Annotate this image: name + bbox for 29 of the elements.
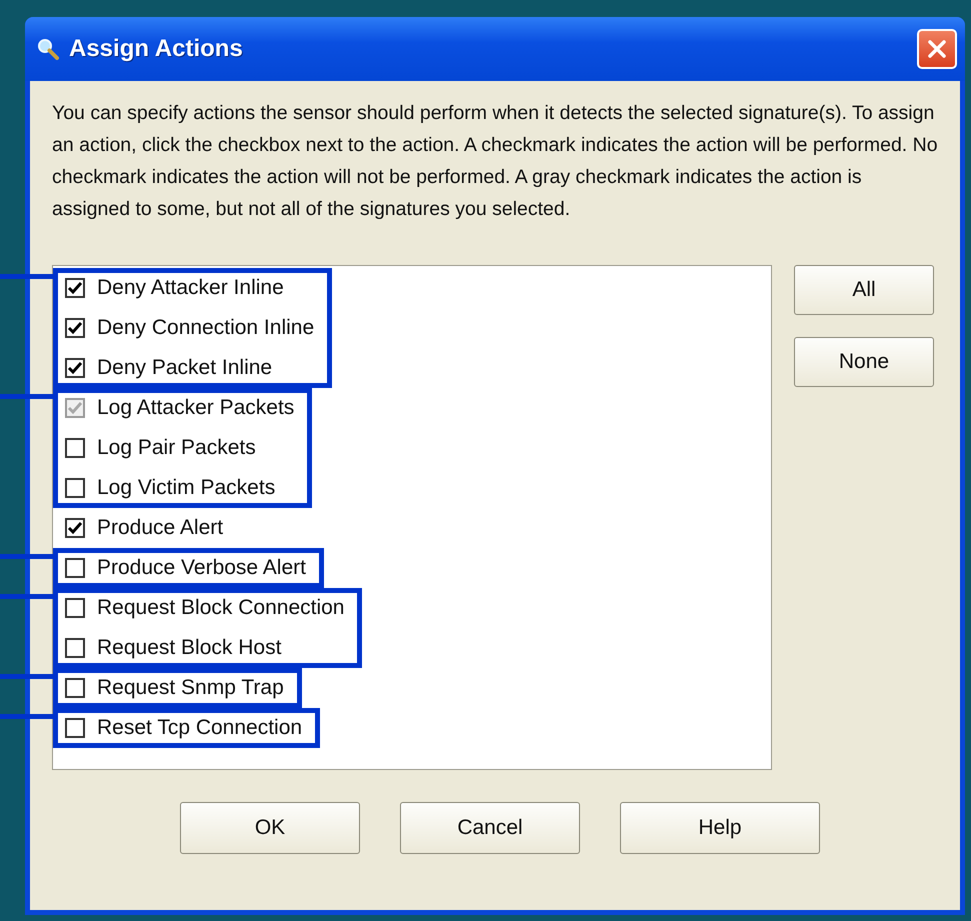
dialog-button[interactable]: Cancel — [400, 802, 580, 854]
checkbox[interactable] — [65, 638, 85, 658]
close-button[interactable] — [917, 29, 957, 69]
action-label: Produce Alert — [97, 516, 224, 540]
action-label: Deny Connection Inline — [97, 316, 314, 340]
side-button[interactable]: All — [794, 265, 934, 315]
action-label: Log Attacker Packets — [97, 396, 294, 420]
action-label: Produce Verbose Alert — [97, 556, 306, 580]
close-icon — [926, 38, 948, 60]
side-button[interactable]: None — [794, 337, 934, 387]
action-label: Log Victim Packets — [97, 476, 276, 500]
action-label: Request Block Host — [97, 636, 282, 660]
checkbox[interactable] — [65, 718, 85, 738]
action-label: Request Snmp Trap — [97, 676, 284, 700]
checkbox[interactable] — [65, 678, 85, 698]
action-label: Deny Packet Inline — [97, 356, 272, 380]
action-label: Request Block Connection — [97, 596, 344, 620]
dialog-button[interactable]: Help — [620, 802, 820, 854]
checkbox[interactable] — [65, 438, 85, 458]
window-title: Assign Actions — [69, 35, 244, 63]
action-label: Reset Tcp Connection — [97, 716, 302, 740]
instructions-text: You can specify actions the sensor should perform when it detects the selected signature(s). To assign an action, click the checkbox next to the action. A checkmark indicates the action will be performed. No checkmark indicates the action will not be performed. A gray checkmark indicates the action is assigned to some, but not all of the signatures you selected. — [52, 101, 938, 222]
action-label: Deny Attacker Inline — [97, 276, 284, 300]
checkbox[interactable] — [65, 558, 85, 578]
checkbox[interactable] — [65, 598, 85, 618]
dialog-button[interactable]: OK — [180, 802, 360, 854]
checkbox[interactable] — [65, 478, 85, 498]
action-label: Log Pair Packets — [97, 436, 256, 460]
magnifier-icon — [37, 38, 59, 60]
